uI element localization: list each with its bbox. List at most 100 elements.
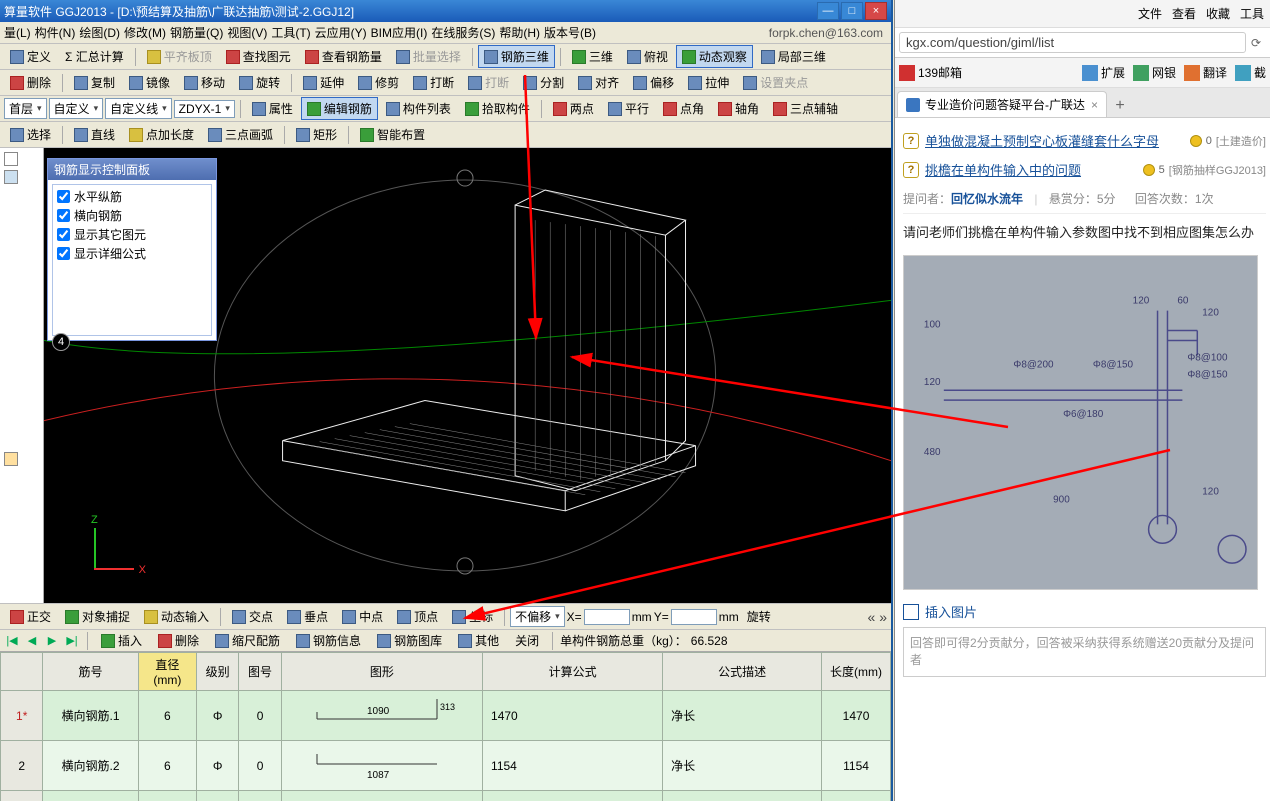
menu-item[interactable]: BIM应用(I) [371,24,428,41]
x-input[interactable] [584,609,630,625]
rebar-table-wrap[interactable]: 筋号 直径(mm) 级别 图号 图形 计算公式 公式描述 长度(mm) 1* 横… [0,651,891,801]
offset-dropdown[interactable]: 不偏移 [510,606,565,627]
tab-close[interactable]: × [1091,98,1098,112]
3d-button[interactable]: 三维 [566,45,619,68]
menu-item[interactable]: 绘图(D) [79,24,120,41]
bmenu[interactable]: 工具 [1240,5,1264,22]
insert-row-button[interactable]: 插入 [95,629,148,652]
question-item[interactable]: ? 单独做混凝土预制空心板灌缝套什么字母 0[土建造价] [903,126,1266,155]
col-idx[interactable] [1,653,43,691]
ext-translate[interactable]: 翻译 [1184,64,1227,81]
overlook-button[interactable]: 俯视 [621,45,674,68]
table-row[interactable]: 3 横向钢筋.3 6 Φ 0 818 净长 818 [1,791,891,801]
rotate2-button[interactable]: 旋转 [741,605,777,628]
define-button[interactable]: 定义 [4,45,57,68]
edit-rebar-button[interactable]: 编辑钢筋 [301,97,378,120]
bmenu[interactable]: 收藏 [1206,5,1230,22]
parallel-button[interactable]: 平行 [602,97,655,120]
ext-bank[interactable]: 网银 [1133,64,1176,81]
offset-button[interactable]: 偏移 [627,71,680,94]
col-dia[interactable]: 直径(mm) [138,653,196,691]
batch-select-button[interactable]: 批量选择 [390,45,467,68]
rebar-info-button[interactable]: 钢筋信息 [290,629,367,652]
rotate-button[interactable]: 旋转 [233,71,286,94]
bmenu[interactable]: 文件 [1138,5,1162,22]
col-name[interactable]: 筋号 [43,653,138,691]
select-button[interactable]: 选择 [4,123,57,146]
three-arc-button[interactable]: 三点画弧 [202,123,279,146]
menu-item[interactable]: 修改(M) [124,24,166,41]
menu-item[interactable]: 视图(V) [227,24,267,41]
url-input[interactable]: kgx.com/question/giml/list [899,32,1246,53]
trim-button[interactable]: 修剪 [352,71,405,94]
delete-button[interactable]: 删除 [4,71,57,94]
new-tab-button[interactable]: + [1109,95,1131,117]
left-tree[interactable] [0,148,44,603]
col-len[interactable]: 长度(mm) [822,653,891,691]
twopt-button[interactable]: 两点 [547,97,600,120]
minimize-button[interactable]: — [817,2,839,20]
rebar-3d-button[interactable]: 钢筋三维 [478,45,555,68]
dyn-input-button[interactable]: 动态输入 [138,605,215,628]
end-button[interactable]: 顶点 [391,605,444,628]
customline-dropdown[interactable]: 自定义线 [105,98,172,119]
author-link[interactable]: 回忆似水流年 [951,192,1023,206]
align-button[interactable]: 对齐 [572,71,625,94]
col-code[interactable]: 图号 [239,653,281,691]
chk-vrebar[interactable]: 横向钢筋 [55,206,209,225]
pick-comp-button[interactable]: 拾取构件 [459,97,536,120]
add-length-button[interactable]: 点加长度 [123,123,200,146]
menu-item[interactable]: 钢筋量(Q) [170,24,223,41]
close-button[interactable]: × [865,2,887,20]
ortho-button[interactable]: 正交 [4,605,57,628]
reload-icon[interactable]: ⟳ [1246,36,1266,50]
find-element-button[interactable]: 查找图元 [220,45,297,68]
menu-item[interactable]: 构件(N) [35,24,76,41]
menu-item[interactable]: 量(L) [4,24,31,41]
menu-item[interactable]: 在线服务(S) [431,24,495,41]
menu-item[interactable]: 工具(T) [271,24,310,41]
answer-textarea[interactable]: 回答即可得2分贡献分，回答被采纳获得系统赠送20贡献分及提问者 [903,627,1266,677]
dynamic-view-button[interactable]: 动态观察 [676,45,753,68]
view-rebar-button[interactable]: 查看钢筋量 [299,45,388,68]
smart-layout-button[interactable]: 智能布置 [354,123,431,146]
maximize-button[interactable]: □ [841,2,863,20]
nav-prev[interactable]: ◀ [24,634,40,647]
move-button[interactable]: 移动 [178,71,231,94]
set-grip-button[interactable]: 设置夹点 [737,71,814,94]
menu-item[interactable]: 帮助(H) [499,24,540,41]
other-button[interactable]: 其他 [452,629,505,652]
table-row[interactable]: 2 横向钢筋.2 6 Φ 0 1087 1154 净长 1154 [1,741,891,791]
user-email[interactable]: forpk.chen@163.com [769,26,883,40]
chk-formula[interactable]: 显示详细公式 [55,244,209,263]
split-button[interactable]: 分割 [517,71,570,94]
intersect-button[interactable]: 交点 [226,605,279,628]
ext-139[interactable]: 139邮箱 [899,64,962,81]
vert-button[interactable]: 垂点 [281,605,334,628]
col-shape[interactable]: 图形 [281,653,482,691]
bmenu[interactable]: 查看 [1172,5,1196,22]
axis-angle-button[interactable]: 轴角 [712,97,765,120]
question-link[interactable]: 挑檐在单构件输入中的问题 [925,160,1081,179]
comp-list-button[interactable]: 构件列表 [380,97,457,120]
col-grade[interactable]: 级别 [196,653,238,691]
floor-dropdown[interactable]: 首层 [4,98,47,119]
nav-next[interactable]: ▶ [44,634,60,647]
mirror-button[interactable]: 镜像 [123,71,176,94]
property-button[interactable]: 属性 [246,97,299,120]
rebar-lib-button[interactable]: 钢筋图库 [371,629,448,652]
line-button[interactable]: 直线 [68,123,121,146]
col-calc[interactable]: 计算公式 [483,653,663,691]
break-button[interactable]: 打断 [407,71,460,94]
menu-item[interactable]: 云应用(Y) [315,24,367,41]
flat-board-button[interactable]: 平齐板顶 [141,45,218,68]
close-table-button[interactable]: 关闭 [509,629,545,652]
local-3d-button[interactable]: 局部三维 [755,45,832,68]
code-dropdown[interactable]: ZDYX-1 [174,100,235,118]
mid-button[interactable]: 中点 [336,605,389,628]
pt-angle-button[interactable]: 点角 [657,97,710,120]
stretch-button[interactable]: 拉伸 [682,71,735,94]
delete-row-button[interactable]: 删除 [152,629,205,652]
scale-button[interactable]: 缩尺配筋 [209,629,286,652]
snap-button[interactable]: 对象捕捉 [59,605,136,628]
